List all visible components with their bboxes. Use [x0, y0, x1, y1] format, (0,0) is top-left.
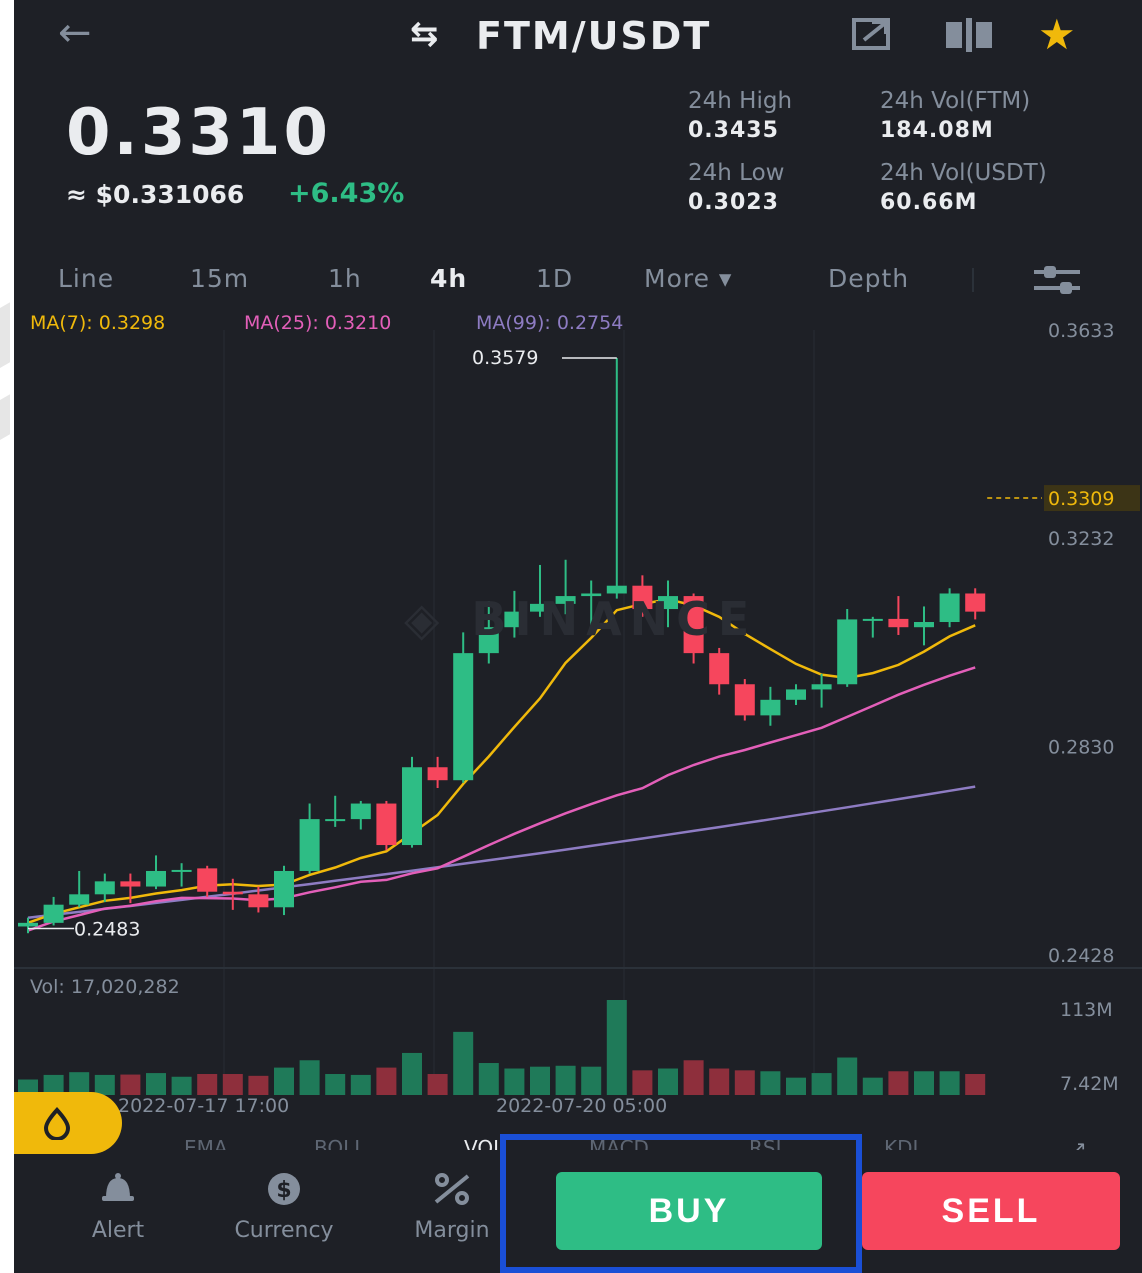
volume-axis-label: 7.42M	[1060, 1073, 1119, 1095]
buy-highlight-box	[500, 1134, 862, 1273]
candle-body	[94, 881, 115, 895]
volume-bar	[504, 1068, 525, 1095]
volume-bar	[222, 1074, 243, 1095]
candle-body	[914, 622, 934, 628]
volume-bar	[734, 1070, 755, 1095]
candlestick-chart[interactable]: 0.3633 0.3232 0.2830 0.2428 0.3579 0.2483 0.33…	[14, 0, 1142, 1140]
volume-bar	[658, 1068, 678, 1095]
drop-icon	[43, 1107, 71, 1140]
page-margin	[0, 0, 14, 1273]
candle-body	[786, 689, 806, 700]
candle-body	[299, 819, 320, 871]
candle-body	[453, 653, 474, 781]
candle-body	[69, 894, 90, 905]
currency-button[interactable]: $ Currency	[214, 1150, 354, 1260]
bell-icon	[102, 1173, 134, 1201]
candle-body	[376, 803, 397, 846]
volume-bar	[786, 1077, 806, 1095]
volume-bar	[606, 1000, 627, 1095]
price-axis-label: 0.3232	[1048, 528, 1114, 550]
volume-bar	[197, 1074, 218, 1095]
candle-body	[325, 819, 346, 822]
volume-axis-label: 113M	[1060, 999, 1113, 1021]
max-price-label: 0.3579	[472, 347, 538, 369]
candle-body	[939, 593, 960, 623]
volume-bar	[862, 1077, 883, 1095]
candle-body	[811, 684, 832, 690]
ma7-line	[27, 598, 976, 924]
floating-action-button[interactable]	[14, 1092, 122, 1154]
volume-bar	[760, 1071, 781, 1095]
volume-bar	[837, 1057, 858, 1095]
min-price-label: 0.2483	[74, 918, 140, 940]
candle-body	[837, 619, 858, 685]
svg-text:$: $	[276, 1178, 291, 1203]
volume-bar	[709, 1068, 730, 1095]
volume-bar	[478, 1063, 499, 1095]
candle-body	[760, 699, 781, 716]
volume-bar	[146, 1073, 166, 1095]
volume-bar	[453, 1031, 474, 1095]
currency-label: Currency	[234, 1218, 334, 1243]
dollar-icon: $	[268, 1173, 300, 1205]
alert-button[interactable]: Alert	[48, 1150, 188, 1260]
time-axis-label: 2022-07-17 17:00	[118, 1095, 289, 1117]
volume-bar	[555, 1065, 576, 1095]
volume-bar	[120, 1074, 141, 1095]
candle-body	[197, 868, 218, 892]
candle-body	[734, 684, 755, 716]
watermark-logo: ◈ BINANCE	[404, 592, 757, 646]
volume-bar	[581, 1066, 602, 1095]
volume-bar	[888, 1071, 909, 1095]
candle-body	[171, 869, 192, 872]
candle-body	[427, 767, 448, 781]
volume-label: Vol: 17,020,282	[30, 976, 180, 998]
volume-bar	[530, 1066, 550, 1095]
volume-bar	[914, 1071, 934, 1095]
price-axis-label: 0.2830	[1048, 736, 1114, 758]
price-axis-label: 0.2428	[1048, 945, 1114, 967]
sell-button[interactable]: SELL	[862, 1172, 1120, 1250]
volume-bar	[171, 1076, 192, 1095]
candle-body	[888, 618, 909, 628]
volume-bar	[939, 1071, 960, 1095]
candle-body	[862, 618, 883, 621]
candle-body	[18, 922, 38, 927]
candle-body	[402, 767, 422, 846]
volume-bar	[325, 1074, 346, 1095]
volume-bar	[427, 1074, 448, 1095]
volume-bar	[299, 1060, 320, 1095]
candle-body	[248, 894, 269, 908]
volume-bar	[965, 1074, 986, 1095]
current-price-label: 0.3309	[1048, 488, 1114, 510]
candle-body	[120, 881, 141, 887]
candle-body	[350, 803, 371, 820]
volume-bar	[402, 1052, 422, 1095]
alert-label: Alert	[91, 1218, 145, 1243]
volume-bar	[350, 1074, 371, 1095]
volume-bar	[248, 1075, 269, 1095]
candle-body	[43, 904, 64, 923]
candle-body	[146, 870, 166, 887]
price-axis-label: 0.3633	[1048, 320, 1114, 342]
volume-bar	[376, 1067, 397, 1095]
candle-body	[222, 891, 243, 895]
volume-bar	[632, 1070, 653, 1095]
volume-bar	[683, 1060, 704, 1095]
candle-body	[274, 870, 294, 908]
candle-body	[709, 653, 730, 685]
volume-bar	[274, 1067, 294, 1095]
volume-bar	[811, 1073, 832, 1095]
candle-body	[965, 593, 986, 612]
ma99-line	[27, 785, 976, 919]
percent-icon	[434, 1173, 470, 1205]
trading-screen: ← ⇆ FTM/USDT ★ 0.3310 ≈ $0.331066 +6.43%…	[14, 0, 1142, 1273]
time-axis-label: 2022-07-20 05:00	[496, 1095, 667, 1117]
